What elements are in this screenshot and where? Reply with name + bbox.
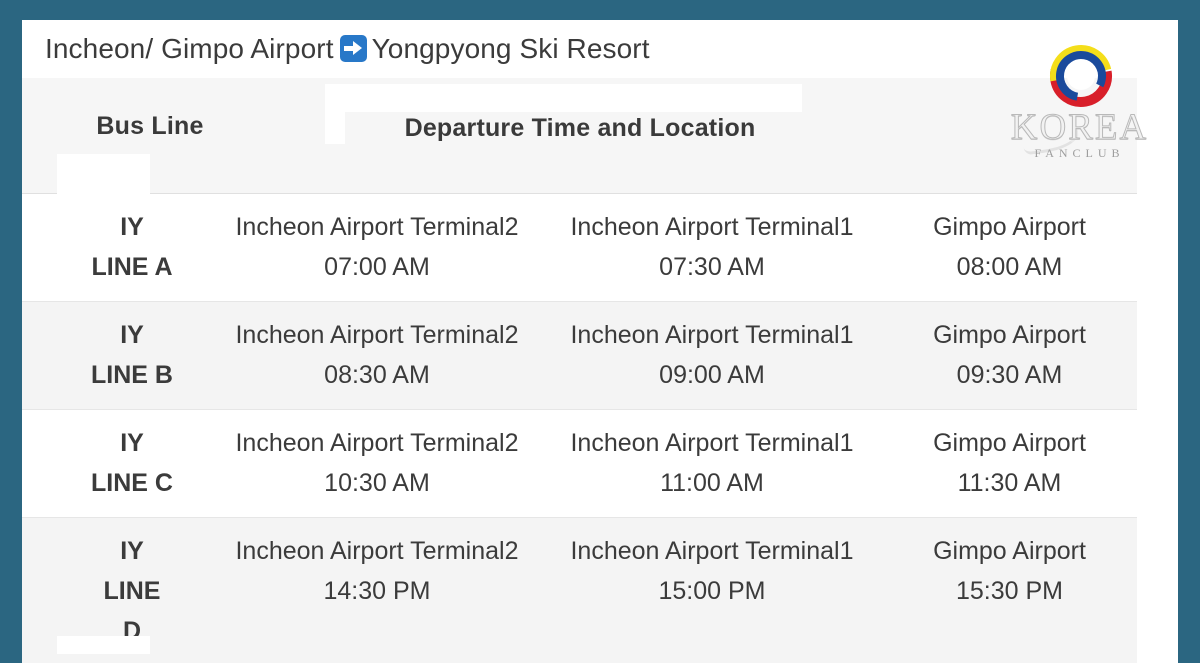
departure-time: 09:00 AM (659, 361, 765, 389)
departure-location: Incheon Airport Terminal1 (570, 429, 854, 457)
departure-cell: Incheon Airport Terminal2 14:30 PM (212, 518, 542, 611)
column-header-bus-line: Bus Line (96, 112, 204, 140)
departure-cell: Incheon Airport Terminal1 09:00 AM (547, 302, 877, 395)
departure-location: Gimpo Airport (933, 213, 1086, 241)
departure-time: 10:30 AM (324, 469, 430, 497)
bus-line-white-patch (57, 636, 150, 654)
korea-fanclub-logo: KOREA FANCLUB (997, 42, 1162, 172)
bus-line-label: IY (120, 321, 144, 349)
departure-cell: Incheon Airport Terminal2 10:30 AM (212, 410, 542, 503)
departure-location: Incheon Airport Terminal1 (570, 537, 854, 565)
departure-time: 07:00 AM (324, 253, 430, 281)
departure-location: Incheon Airport Terminal1 (570, 321, 854, 349)
bus-line-label: LINE A (91, 253, 173, 281)
departure-cell: Gimpo Airport 08:00 AM (882, 194, 1137, 287)
title-destination: Yongpyong Ski Resort (371, 33, 650, 64)
departure-time: 09:30 AM (956, 361, 1063, 389)
departure-cell: Gimpo Airport 11:30 AM (882, 410, 1137, 503)
departure-location: Gimpo Airport (933, 321, 1086, 349)
table-row: IY LINE A Incheon Airport Terminal2 07:00 A… (22, 194, 1178, 302)
bus-line-cell: IY LINE B (57, 302, 207, 395)
departure-time: 11:00 AM (660, 469, 764, 497)
right-arrow-icon (339, 35, 367, 62)
departure-cell: Gimpo Airport 15:30 PM (882, 518, 1137, 611)
departure-cell: Incheon Airport Terminal1 15:00 PM (547, 518, 877, 611)
outer-frame: Incheon/ Gimpo Airport Yongpyong Ski Reso… (0, 0, 1200, 663)
departure-location: Gimpo Airport (933, 429, 1086, 457)
departure-location: Incheon Airport Terminal2 (235, 321, 519, 349)
title-origin: Incheon/ Gimpo Airport (45, 33, 334, 64)
departure-cell: Gimpo Airport 09:30 AM (882, 302, 1137, 395)
departure-location: Incheon Airport Terminal1 (570, 213, 854, 241)
page-title: Incheon/ Gimpo Airport Yongpyong Ski Reso… (45, 31, 650, 67)
departure-time: 14:30 PM (323, 577, 431, 605)
departure-cell: Incheon Airport Terminal2 07:00 AM (212, 194, 542, 287)
departure-location: Incheon Airport Terminal2 (235, 213, 519, 241)
table-row: IY LINE C Incheon Airport Terminal2 10:30 A… (22, 410, 1178, 518)
timetable-sheet: Incheon/ Gimpo Airport Yongpyong Ski Reso… (22, 20, 1178, 663)
departure-cell: Incheon Airport Terminal1 07:30 AM (547, 194, 877, 287)
departure-location: Incheon Airport Terminal2 (235, 537, 519, 565)
bus-line-label: LINE (103, 577, 161, 605)
departure-time: 08:00 AM (956, 253, 1063, 281)
bus-line-cell: IY LINE D (57, 518, 207, 651)
departure-time: 11:30 AM (957, 469, 1062, 497)
departure-time: 08:30 AM (324, 361, 430, 389)
departure-time: 07:30 AM (659, 253, 765, 281)
bus-line-cell: IY LINE C (57, 410, 207, 503)
header-white-patch-left (57, 154, 150, 194)
table-row: IY LINE D Incheon Airport Terminal2 14:30 PM… (22, 518, 1178, 663)
bus-line-cell: IY LINE A (57, 194, 207, 287)
departure-time: 15:30 PM (955, 577, 1063, 605)
table-body: IY LINE A Incheon Airport Terminal2 07:00 A… (22, 194, 1178, 663)
bus-line-label: IY (120, 429, 144, 457)
departure-location: Incheon Airport Terminal2 (235, 429, 519, 457)
bus-line-label: IY (120, 537, 144, 565)
korea-ring-icon (1050, 45, 1112, 107)
departure-location: Gimpo Airport (933, 537, 1086, 565)
departure-cell: Incheon Airport Terminal2 08:30 AM (212, 302, 542, 395)
departure-time: 15:00 PM (658, 577, 766, 605)
logo-sub-text: FANCLUB (1034, 146, 1125, 160)
column-header-departure: Departure Time and Location (345, 112, 815, 145)
departure-cell: Incheon Airport Terminal1 11:00 AM (547, 410, 877, 503)
bus-line-label: LINE B (91, 361, 173, 389)
table-row: IY LINE B Incheon Airport Terminal2 08:30 A… (22, 302, 1178, 410)
bus-line-label: LINE C (91, 469, 173, 497)
bus-line-label: IY (120, 213, 144, 241)
logo-brand-text: KOREA (1010, 107, 1149, 148)
